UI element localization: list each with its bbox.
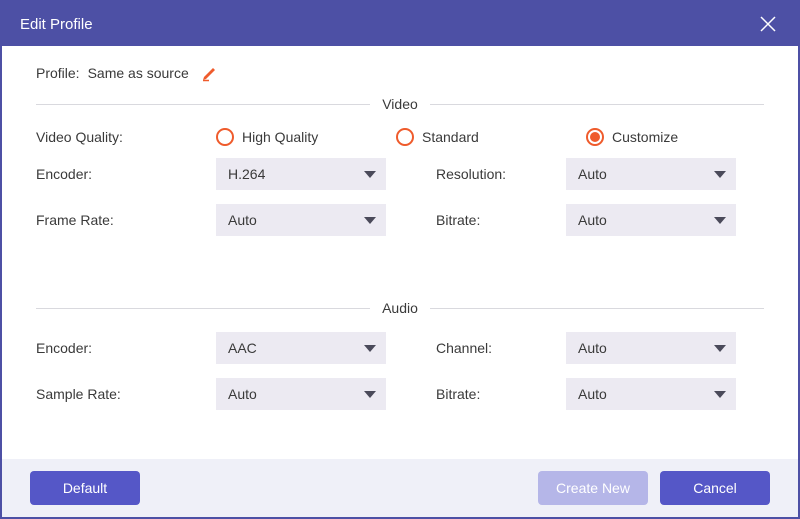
chevron-down-icon [714, 391, 726, 398]
profile-label: Profile: [36, 65, 80, 81]
video-resolution-label: Resolution: [436, 166, 566, 182]
audio-section-label: Audio [370, 300, 430, 316]
audio-encoder-select[interactable]: AAC [216, 332, 386, 364]
titlebar: Edit Profile [2, 2, 798, 46]
profile-value: Same as source [88, 65, 189, 81]
video-resolution-select[interactable]: Auto [566, 158, 736, 190]
chevron-down-icon [364, 171, 376, 178]
radio-label: Customize [612, 129, 678, 145]
video-section-header: Video [36, 96, 764, 112]
video-bitrate-select[interactable]: Auto [566, 204, 736, 236]
radio-high-quality[interactable]: High Quality [216, 128, 396, 146]
radio-standard[interactable]: Standard [396, 128, 586, 146]
video-encoder-select[interactable]: H.264 [216, 158, 386, 190]
video-framerate-label: Frame Rate: [36, 212, 216, 228]
radio-label: Standard [422, 129, 479, 145]
select-value: AAC [228, 340, 257, 356]
select-value: Auto [578, 166, 607, 182]
audio-grid: Encoder: AAC Channel: Auto Sample Rate: … [36, 332, 764, 410]
close-button[interactable] [756, 12, 780, 36]
audio-channel-select[interactable]: Auto [566, 332, 736, 364]
chevron-down-icon [714, 345, 726, 352]
video-grid: Encoder: H.264 Resolution: Auto Frame Ra… [36, 158, 764, 236]
select-value: Auto [228, 386, 257, 402]
cancel-button[interactable]: Cancel [660, 471, 770, 505]
video-framerate-select[interactable]: Auto [216, 204, 386, 236]
video-section-label: Video [370, 96, 430, 112]
radio-label: High Quality [242, 129, 318, 145]
edit-profile-window: Edit Profile Profile: Same as source Vid… [0, 0, 800, 519]
audio-samplerate-label: Sample Rate: [36, 386, 216, 402]
select-value: Auto [578, 386, 607, 402]
video-quality-label: Video Quality: [36, 129, 216, 145]
default-button[interactable]: Default [30, 471, 140, 505]
content-area: Profile: Same as source Video Video Qual… [2, 46, 798, 459]
close-icon [759, 15, 777, 33]
select-value: H.264 [228, 166, 265, 182]
divider [36, 308, 370, 309]
profile-row: Profile: Same as source [36, 64, 764, 82]
select-value: Auto [228, 212, 257, 228]
audio-encoder-label: Encoder: [36, 340, 216, 356]
chevron-down-icon [364, 391, 376, 398]
radio-customize[interactable]: Customize [586, 128, 678, 146]
chevron-down-icon [714, 171, 726, 178]
edit-profile-button[interactable] [201, 64, 219, 82]
footer: Default Create New Cancel [2, 459, 798, 517]
divider [430, 104, 764, 105]
divider [36, 104, 370, 105]
video-bitrate-label: Bitrate: [436, 212, 566, 228]
video-quality-row: Video Quality: High Quality Standard Cus… [36, 128, 764, 146]
audio-samplerate-select[interactable]: Auto [216, 378, 386, 410]
chevron-down-icon [714, 217, 726, 224]
audio-section-header: Audio [36, 300, 764, 316]
select-value: Auto [578, 212, 607, 228]
chevron-down-icon [364, 217, 376, 224]
pencil-icon [201, 64, 219, 82]
radio-icon [216, 128, 234, 146]
audio-channel-label: Channel: [436, 340, 566, 356]
chevron-down-icon [364, 345, 376, 352]
radio-icon [396, 128, 414, 146]
create-new-button[interactable]: Create New [538, 471, 648, 505]
audio-bitrate-label: Bitrate: [436, 386, 566, 402]
select-value: Auto [578, 340, 607, 356]
audio-bitrate-select[interactable]: Auto [566, 378, 736, 410]
radio-icon [586, 128, 604, 146]
video-encoder-label: Encoder: [36, 166, 216, 182]
divider [430, 308, 764, 309]
window-title: Edit Profile [20, 16, 756, 33]
